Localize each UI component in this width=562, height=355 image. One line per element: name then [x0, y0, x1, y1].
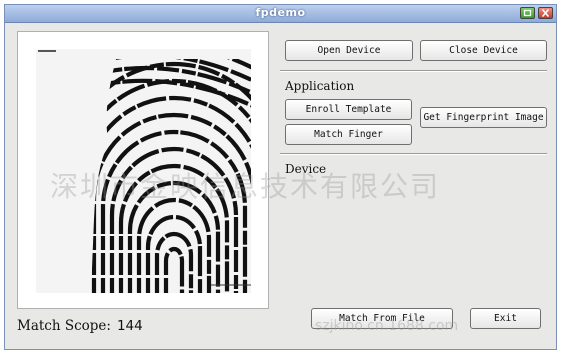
maximize-button[interactable] [520, 7, 535, 19]
window-title: fpdemo [255, 6, 306, 19]
separator [280, 70, 547, 72]
close-icon [541, 8, 550, 18]
app-window: fpdemo Open Device Close Device Applicat… [4, 4, 557, 350]
maximize-icon [523, 9, 532, 17]
exit-button[interactable]: Exit [470, 308, 541, 329]
match-finger-button[interactable]: Match Finger [285, 124, 412, 145]
title-bar[interactable]: fpdemo [5, 5, 556, 23]
close-window-button[interactable] [538, 7, 553, 19]
fingerprint-picture [36, 49, 251, 293]
get-fingerprint-image-button[interactable]: Get Fingerprint Image [420, 107, 547, 128]
open-device-button[interactable]: Open Device [285, 40, 413, 61]
close-device-button[interactable]: Close Device [420, 40, 547, 61]
match-score-label: Match Scope: [17, 318, 111, 334]
fingerprint-image-frame [17, 31, 269, 309]
device-section-label: Device [285, 162, 327, 176]
match-score-value: 144 [116, 318, 143, 334]
enroll-template-button[interactable]: Enroll Template [285, 99, 412, 120]
application-section-label: Application [285, 79, 355, 93]
match-score-status: Match Scope: 144 [17, 318, 143, 334]
fingerprint-image [36, 49, 251, 293]
separator [280, 153, 547, 155]
match-from-file-button[interactable]: Match From File [311, 308, 453, 329]
